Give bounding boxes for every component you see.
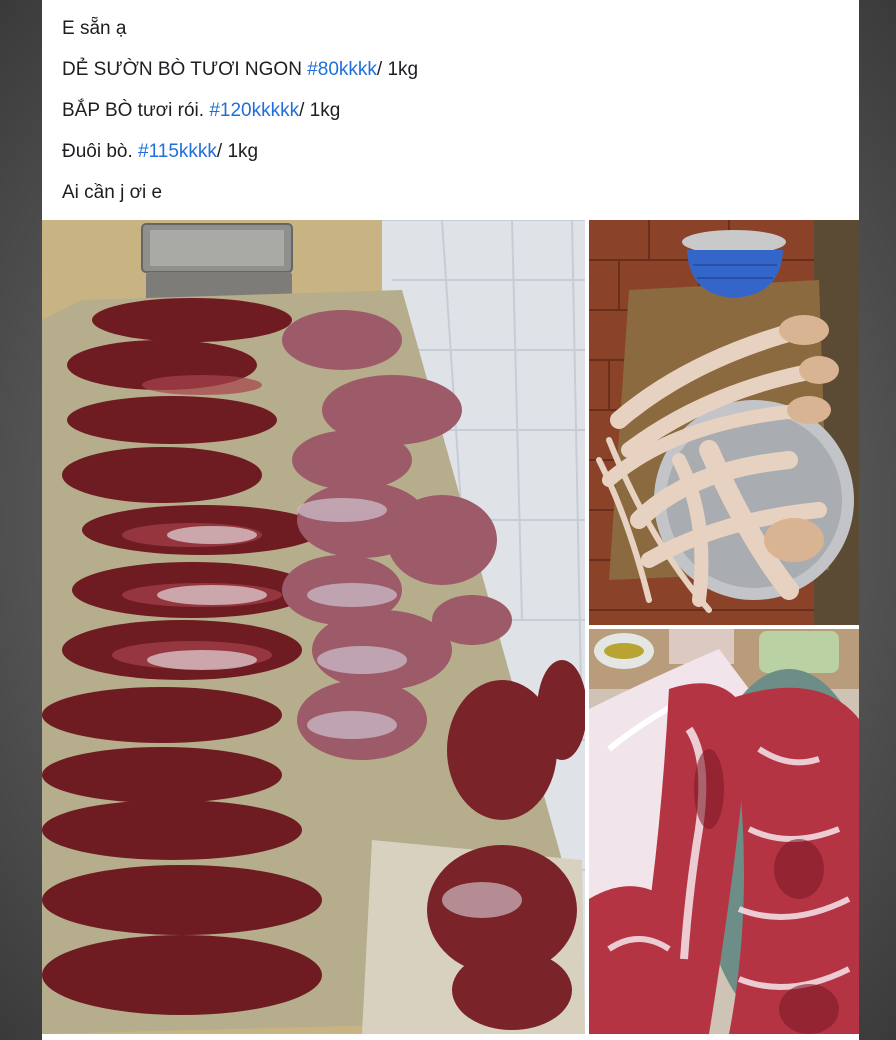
hashtag-link[interactable]: #120kkkkk xyxy=(209,100,299,121)
post-line-text: Đuôi bò. xyxy=(62,141,139,162)
sliced-beef-illustration xyxy=(589,629,859,1034)
beef-tails-illustration xyxy=(589,220,859,625)
hashtag-link[interactable]: #80kkkk xyxy=(307,59,377,80)
beef-cuts-illustration xyxy=(42,220,585,1034)
post-line-text: Ai cần j ơi e xyxy=(62,182,163,203)
post-card: E sẵn ạ DẺ SƯỜN BÒ TƯƠI NGON #80kkkk/ 1k… xyxy=(42,0,859,1040)
hashtag-link[interactable]: #115kkkk xyxy=(138,141,217,162)
price-unit: / 1kg xyxy=(376,59,419,80)
price-unit: / 1kg xyxy=(216,141,259,162)
post-line-text: BẮP BÒ tươi rói. xyxy=(62,100,210,121)
post-line-5: Ai cần j ơi e xyxy=(62,172,839,213)
price-unit: / 1kg xyxy=(299,100,341,121)
beef-tails-in-bowl-photo[interactable] xyxy=(589,220,859,625)
beef-cuts-on-floor-photo[interactable] xyxy=(42,220,585,1034)
post-line-2: DẺ SƯỜN BÒ TƯƠI NGON #80kkkk/ 1kg xyxy=(62,49,839,90)
sliced-beef-ribs-photo[interactable] xyxy=(589,629,859,1034)
post-line-text: E sẵn ạ xyxy=(62,18,127,39)
post-line-4: Đuôi bò. #115kkkk/ 1kg xyxy=(62,131,839,172)
post-line-3: BẮP BÒ tươi rói. #120kkkkk/ 1kg xyxy=(62,90,839,131)
post-line-1: E sẵn ạ xyxy=(62,8,839,49)
post-body: E sẵn ạ DẺ SƯỜN BÒ TƯƠI NGON #80kkkk/ 1k… xyxy=(62,8,839,213)
post-line-text: DẺ SƯỜN BÒ TƯƠI NGON xyxy=(62,59,308,80)
